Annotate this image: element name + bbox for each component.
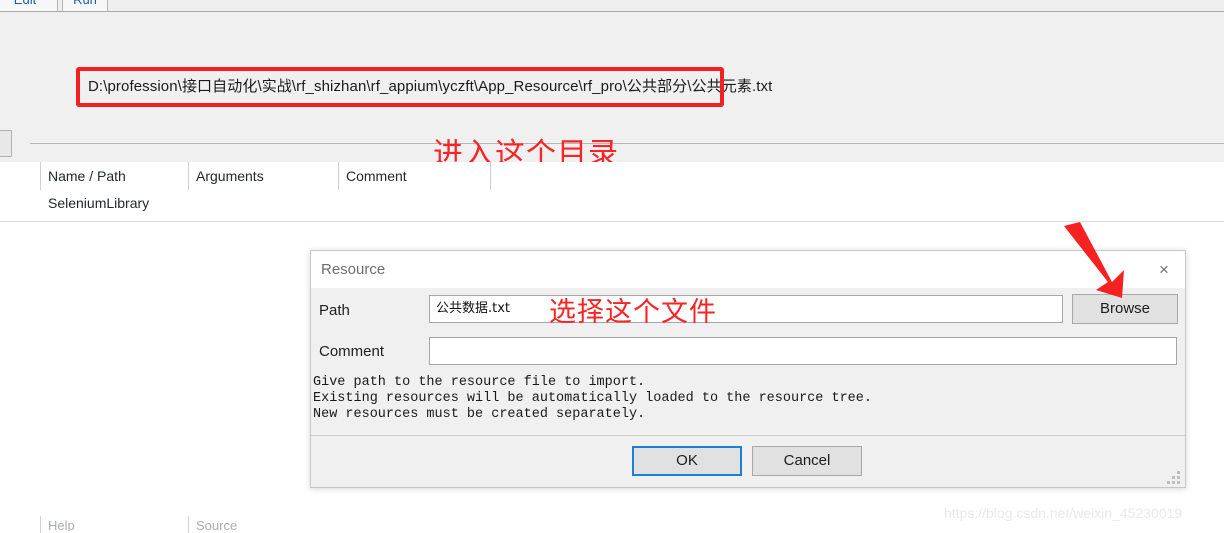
grid-column-comment[interactable]: Comment xyxy=(346,168,407,184)
tab-run-label: Run xyxy=(73,0,97,7)
dialog-footer xyxy=(311,436,1185,487)
tab-text-edit-label: Edit xyxy=(14,0,36,7)
grid-column-name-path[interactable]: Name / Path xyxy=(48,168,126,184)
tab-run[interactable]: Run xyxy=(62,0,108,11)
bottom-strip-divider xyxy=(40,516,41,533)
dialog-title: Resource xyxy=(321,261,386,278)
tab-text-edit[interactable]: Edit xyxy=(0,0,58,11)
grid-bottom-divider xyxy=(0,221,1224,222)
dialog-help-text: Give path to the resource file to import… xyxy=(313,375,872,422)
close-icon[interactable]: × xyxy=(1153,259,1175,281)
resource-dialog: Resource × Path 公共数据.txt Browse Comment … xyxy=(310,250,1186,488)
resize-grip-icon[interactable] xyxy=(1167,471,1180,484)
browse-button[interactable]: Browse xyxy=(1072,294,1178,324)
comment-field-label: Comment xyxy=(319,343,385,360)
grid-col-divider xyxy=(490,162,491,190)
screenshot-root: Edit Run D:\profession\接口自动化\实战\rf_shizh… xyxy=(0,0,1224,533)
bottom-strip-right-label: Source xyxy=(196,518,238,531)
upper-panel: D:\profession\接口自动化\实战\rf_shizhan\rf_app… xyxy=(0,12,1224,172)
grid-col-divider xyxy=(338,162,339,190)
bottom-strip-divider xyxy=(188,516,189,533)
panel-divider xyxy=(30,143,1224,144)
annotation-select-file: 选择这个文件 xyxy=(549,297,717,328)
tab-strip-filler xyxy=(112,0,1224,11)
csdn-watermark: https://blog.csdn.net/weixin_45230019 xyxy=(944,505,1183,521)
toolbar-tab-strip: Edit Run xyxy=(0,0,1224,12)
path-input[interactable]: 公共数据.txt xyxy=(429,295,1063,323)
resource-path-text: D:\profession\接口自动化\实战\rf_shizhan\rf_app… xyxy=(88,78,773,95)
path-field-label: Path xyxy=(319,302,350,319)
comment-input[interactable] xyxy=(429,337,1177,365)
dialog-title-bar: Resource × xyxy=(311,251,1185,288)
cancel-button[interactable]: Cancel xyxy=(752,446,862,476)
grid-header-row: Name / Path Arguments Comment xyxy=(0,162,1224,190)
ok-button[interactable]: OK xyxy=(632,446,742,476)
grid-column-arguments[interactable]: Arguments xyxy=(196,168,264,184)
table-row[interactable]: SeleniumLibrary xyxy=(48,195,149,211)
grid-col-divider xyxy=(40,162,41,190)
bottom-strip-left-label: Help xyxy=(48,518,75,531)
panel-left-stub-button[interactable] xyxy=(0,130,12,157)
grid-col-divider xyxy=(188,162,189,190)
